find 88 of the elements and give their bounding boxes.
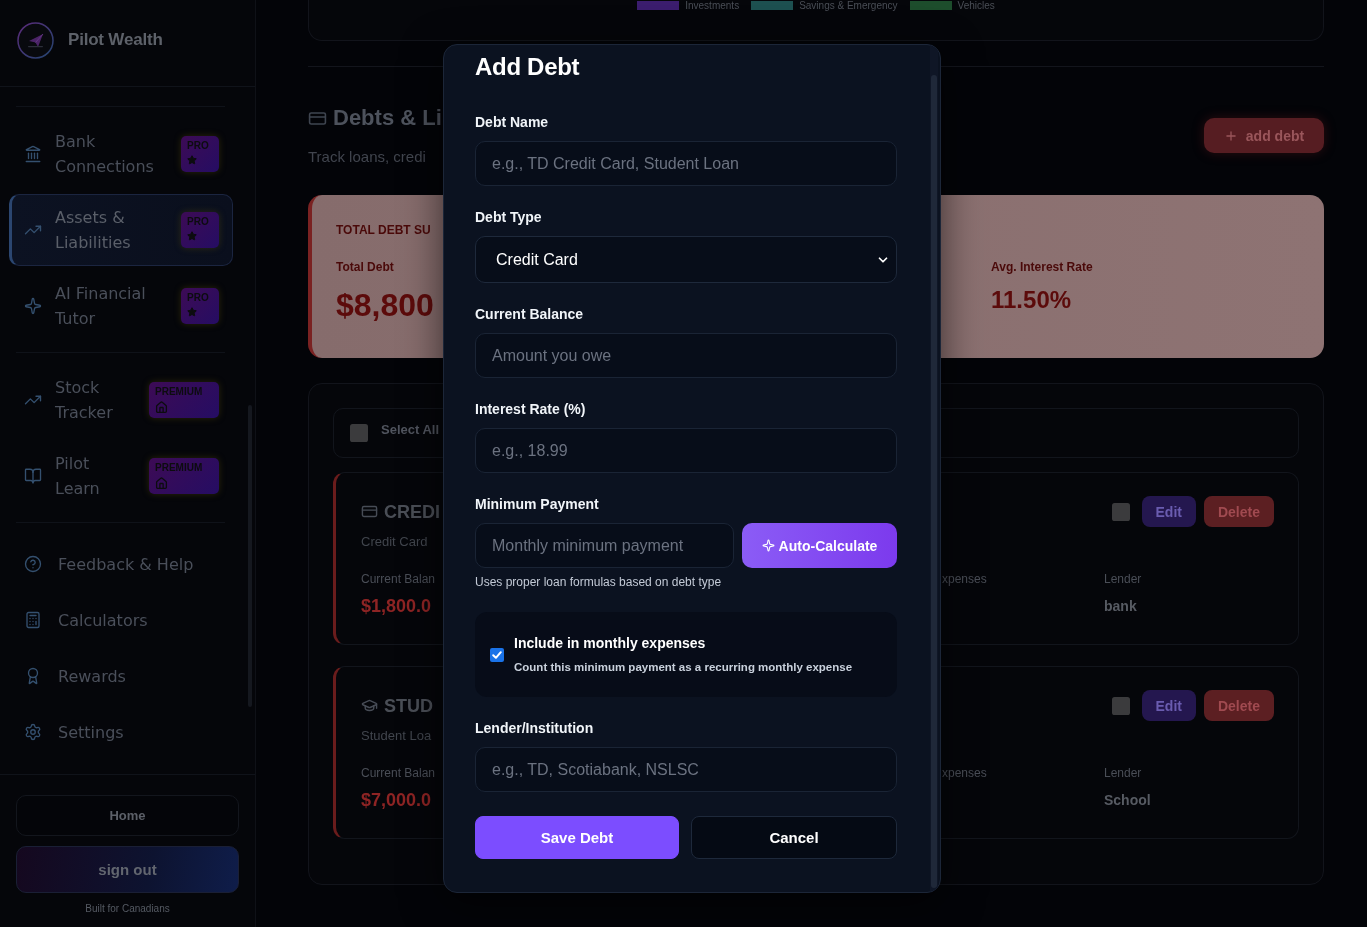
- debt-type-select[interactable]: Credit Card: [475, 236, 897, 283]
- badge-label: PREMIUM: [155, 462, 203, 474]
- star-icon: [187, 307, 197, 317]
- debt-type: Student Loa: [361, 728, 432, 744]
- house-icon: [155, 477, 168, 490]
- select-all-label: Select All: [381, 421, 440, 437]
- stat-label: Lender: [1104, 766, 1142, 780]
- option-description: Count this minimum payment as a recurring monthly expense: [514, 660, 853, 674]
- credit-card-icon: [361, 503, 378, 520]
- badge-label: PRO: [187, 216, 209, 228]
- balance-value: $1,800.0: [361, 595, 432, 617]
- stat-label: Total Debt: [336, 260, 394, 274]
- field-label: Interest Rate (%): [475, 401, 586, 418]
- stat-label: Current Balan: [361, 766, 436, 780]
- text-input[interactable]: e.g., 18.99: [475, 428, 897, 473]
- sparkle-icon: [24, 297, 42, 315]
- book-icon: [24, 467, 42, 485]
- nav-item[interactable]: Feedback & Help: [9, 536, 233, 592]
- add-debt-button[interactable]: add debt: [1204, 118, 1324, 153]
- help-icon: [24, 555, 42, 573]
- home-button[interactable]: Home: [16, 795, 239, 836]
- stat-value: 11.50%: [991, 286, 1072, 314]
- nav-item[interactable]: Rewards: [9, 648, 233, 704]
- settings-icon: [24, 723, 42, 741]
- brand-name: Pilot Wealth: [68, 30, 163, 50]
- star-icon: [187, 231, 197, 241]
- checkbox[interactable]: [350, 424, 368, 442]
- stat-label: Current Balan: [361, 572, 436, 586]
- nav-item[interactable]: Calculators: [9, 592, 233, 648]
- nav-item[interactable]: AI Financial Tutor PRO: [9, 270, 233, 342]
- section-subtitle: Track loans, credi: [308, 148, 426, 166]
- checkbox[interactable]: [490, 647, 504, 662]
- house-icon: [155, 401, 168, 414]
- nav-item[interactable]: Pilot Learn PREMIUM: [9, 440, 233, 512]
- edit-button[interactable]: Edit: [1141, 496, 1196, 527]
- nav-item[interactable]: Stock Tracker PREMIUM: [9, 364, 233, 436]
- badge-label: PRO: [187, 140, 209, 152]
- badge-label: PREMIUM: [155, 386, 203, 398]
- lender-value: School: [1104, 791, 1151, 810]
- stat-label: xpenses: [942, 572, 987, 586]
- helper-text: Uses proper loan formulas based on debt type: [475, 575, 722, 589]
- summary-heading: TOTAL DEBT SU: [336, 223, 431, 237]
- text-input[interactable]: e.g., TD Credit Card, Student Loan: [475, 141, 897, 186]
- checkbox[interactable]: [1111, 696, 1130, 715]
- stat-label: Avg. Interest Rate: [991, 260, 1093, 274]
- badge-label: PRO: [187, 292, 209, 304]
- nav-item[interactable]: Assets & Liabilities PRO: [9, 194, 233, 266]
- debt-title: STUD: [384, 694, 433, 717]
- cancel-button[interactable]: Cancel: [691, 816, 897, 859]
- bank-icon: [24, 145, 42, 163]
- calculator-icon: [24, 611, 42, 629]
- sparkle-icon: [761, 539, 775, 552]
- text-input[interactable]: e.g., TD, Scotiabank, NSLSC: [475, 747, 897, 792]
- text-input[interactable]: Amount you owe: [475, 333, 897, 378]
- nav-item[interactable]: Settings: [9, 704, 233, 760]
- save-button[interactable]: Save Debt: [475, 816, 679, 859]
- nav-item[interactable]: Bank Connections PRO: [9, 118, 233, 190]
- lender-value: bank: [1104, 597, 1137, 616]
- debt-title: CREDI: [384, 500, 440, 523]
- stat-label: xpenses: [942, 766, 987, 780]
- delete-button[interactable]: Delete: [1203, 690, 1274, 721]
- auto-calculate-button[interactable]: Auto-Calculate: [742, 523, 897, 568]
- footer-note: Built for Canadians: [85, 903, 170, 915]
- legend-label: Vehicles: [957, 0, 995, 11]
- section-title: Debts & Li: [333, 105, 442, 131]
- checkbox[interactable]: [1111, 502, 1130, 521]
- option-title: Include in monthly expenses: [514, 635, 706, 651]
- field-label: Debt Name: [475, 114, 549, 131]
- field-label: Lender/Institution: [475, 720, 594, 737]
- sign-out-button[interactable]: sign out: [16, 846, 239, 893]
- star-icon: [187, 155, 197, 165]
- graduation-cap-icon: [361, 697, 378, 714]
- logo-icon: [17, 21, 54, 59]
- scrollbar-thumb[interactable]: [931, 75, 937, 888]
- field-label: Debt Type: [475, 209, 542, 226]
- legend-label: Savings & Emergency: [799, 0, 898, 11]
- debt-type: Credit Card: [361, 534, 428, 550]
- field-label: Minimum Payment: [475, 496, 599, 513]
- plus-icon: [1223, 128, 1238, 143]
- legend-label: Investments: [685, 0, 740, 11]
- dialog-title: Add Debt: [475, 53, 580, 81]
- stat-value: $8,800: [336, 287, 434, 323]
- field-label: Current Balance: [475, 306, 584, 323]
- delete-button[interactable]: Delete: [1203, 496, 1274, 527]
- stat-label: Lender: [1104, 572, 1142, 586]
- balance-value: $7,000.0: [361, 789, 432, 811]
- edit-button[interactable]: Edit: [1141, 690, 1196, 721]
- text-input[interactable]: Monthly minimum payment: [475, 523, 734, 568]
